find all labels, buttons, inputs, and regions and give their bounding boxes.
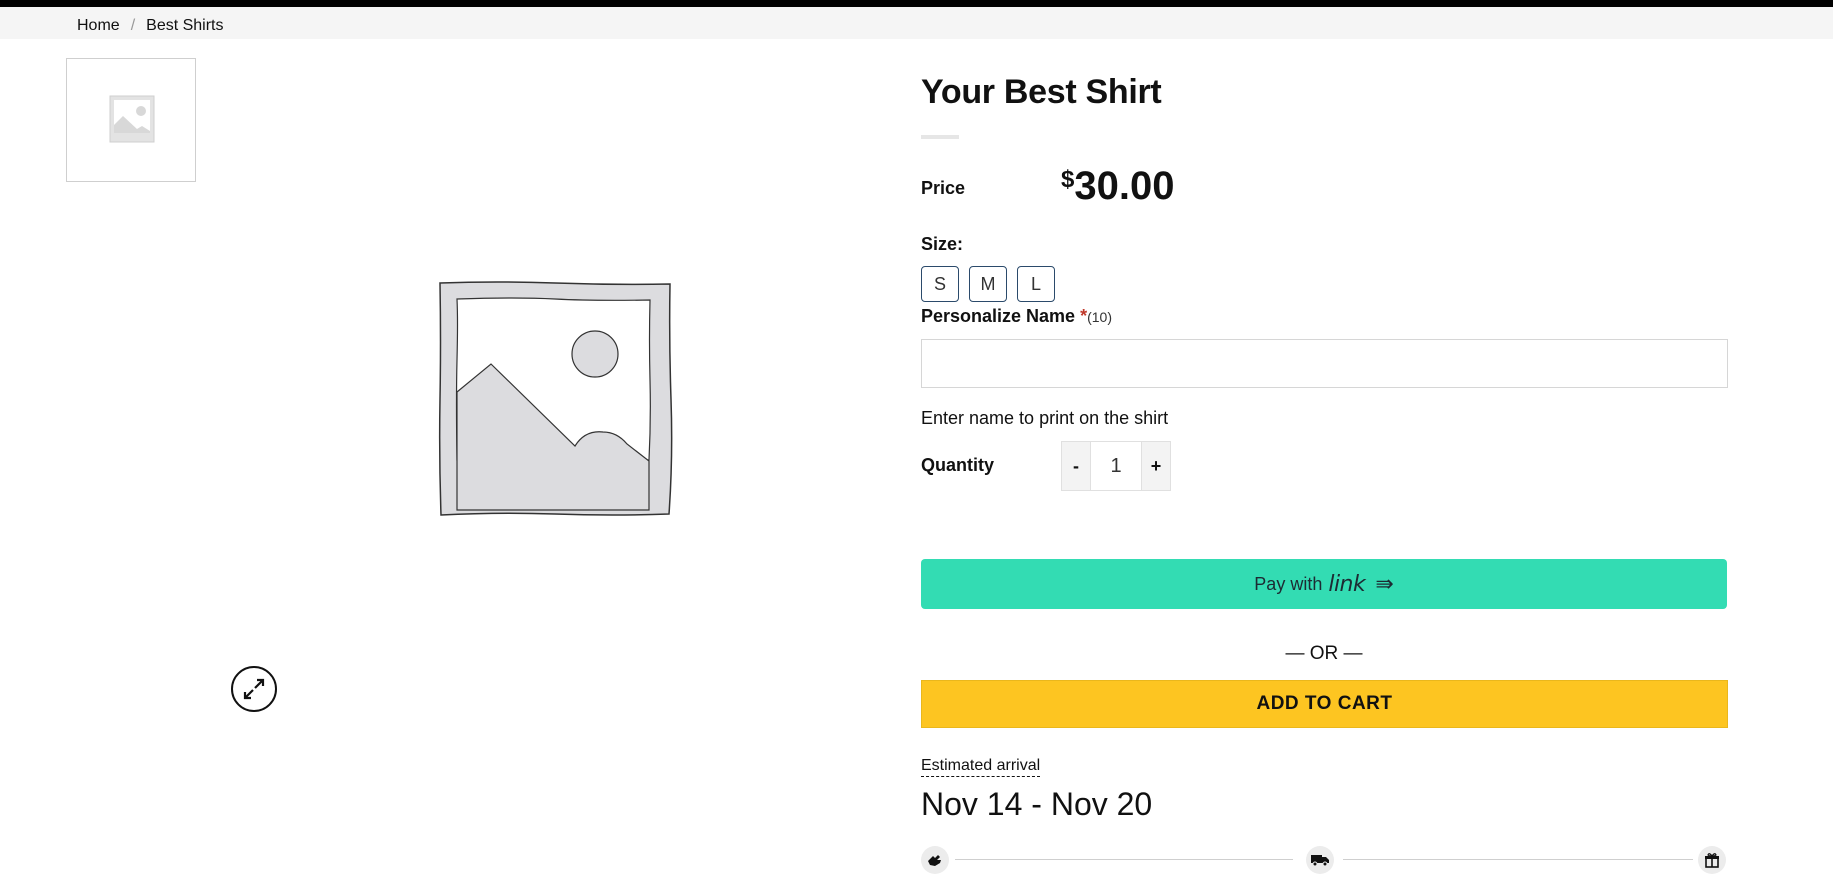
hand-icon (921, 846, 949, 874)
image-placeholder-icon (109, 95, 155, 143)
personalize-name-label: Personalize Name *(10) (921, 306, 1112, 327)
breadcrumb-home-link[interactable]: Home (77, 17, 120, 35)
or-divider: — OR — (1285, 643, 1363, 664)
top-bar (0, 0, 1833, 7)
currency-symbol: $ (1061, 166, 1075, 193)
quantity-decrease-button[interactable]: - (1062, 442, 1090, 490)
zoom-button[interactable] (231, 666, 277, 712)
timeline-line-1 (955, 859, 1293, 860)
timeline-line-2 (1343, 859, 1693, 860)
quantity-input[interactable]: 1 (1090, 442, 1142, 490)
breadcrumb-separator: / (130, 17, 136, 34)
personalize-helper-text: Enter name to print on the shirt (921, 408, 1169, 428)
estimated-arrival-dates: Nov 14 - Nov 20 (921, 786, 1153, 822)
size-label: Size: (921, 234, 964, 254)
product-thumbnail[interactable] (66, 58, 196, 182)
size-option-m[interactable]: M (969, 266, 1007, 302)
pay-with-label: Pay with (1254, 573, 1323, 594)
main-product-image-placeholder[interactable] (437, 280, 673, 518)
breadcrumb-current-link[interactable]: Best Shirts (146, 17, 223, 35)
breadcrumb-bar (0, 7, 1833, 39)
product-price: $ 30.00 (1061, 162, 1174, 210)
title-divider (921, 135, 959, 139)
product-title: Your Best Shirt (921, 73, 1162, 111)
size-option-l[interactable]: L (1017, 266, 1055, 302)
arrow-right-icon: ⇛ (1375, 571, 1394, 596)
personalize-name-input[interactable] (921, 339, 1728, 388)
quantity-label: Quantity (921, 455, 995, 475)
estimated-arrival-label[interactable]: Estimated arrival (921, 757, 1041, 777)
link-brand-logo: link (1328, 571, 1366, 597)
delivery-truck-icon (1306, 846, 1334, 874)
delivery-timeline (921, 846, 1726, 876)
gift-icon (1698, 846, 1726, 874)
size-options: S M L (921, 266, 1055, 302)
size-option-s[interactable]: S (921, 266, 959, 302)
quantity-increase-button[interactable]: + (1142, 442, 1170, 490)
char-limit: (10) (1087, 309, 1113, 325)
add-to-cart-button[interactable]: ADD TO CART (921, 680, 1728, 728)
price-label: Price (921, 178, 966, 198)
personalize-name-text: Personalize Name (921, 306, 1076, 326)
price-amount: 30.00 (1074, 164, 1175, 208)
pay-with-link-button[interactable]: Pay with link ⇛ (921, 559, 1727, 609)
breadcrumb: Home / Best Shirts (77, 17, 224, 35)
expand-arrows-icon (243, 678, 265, 700)
quantity-stepper: - 1 + (1061, 441, 1171, 491)
